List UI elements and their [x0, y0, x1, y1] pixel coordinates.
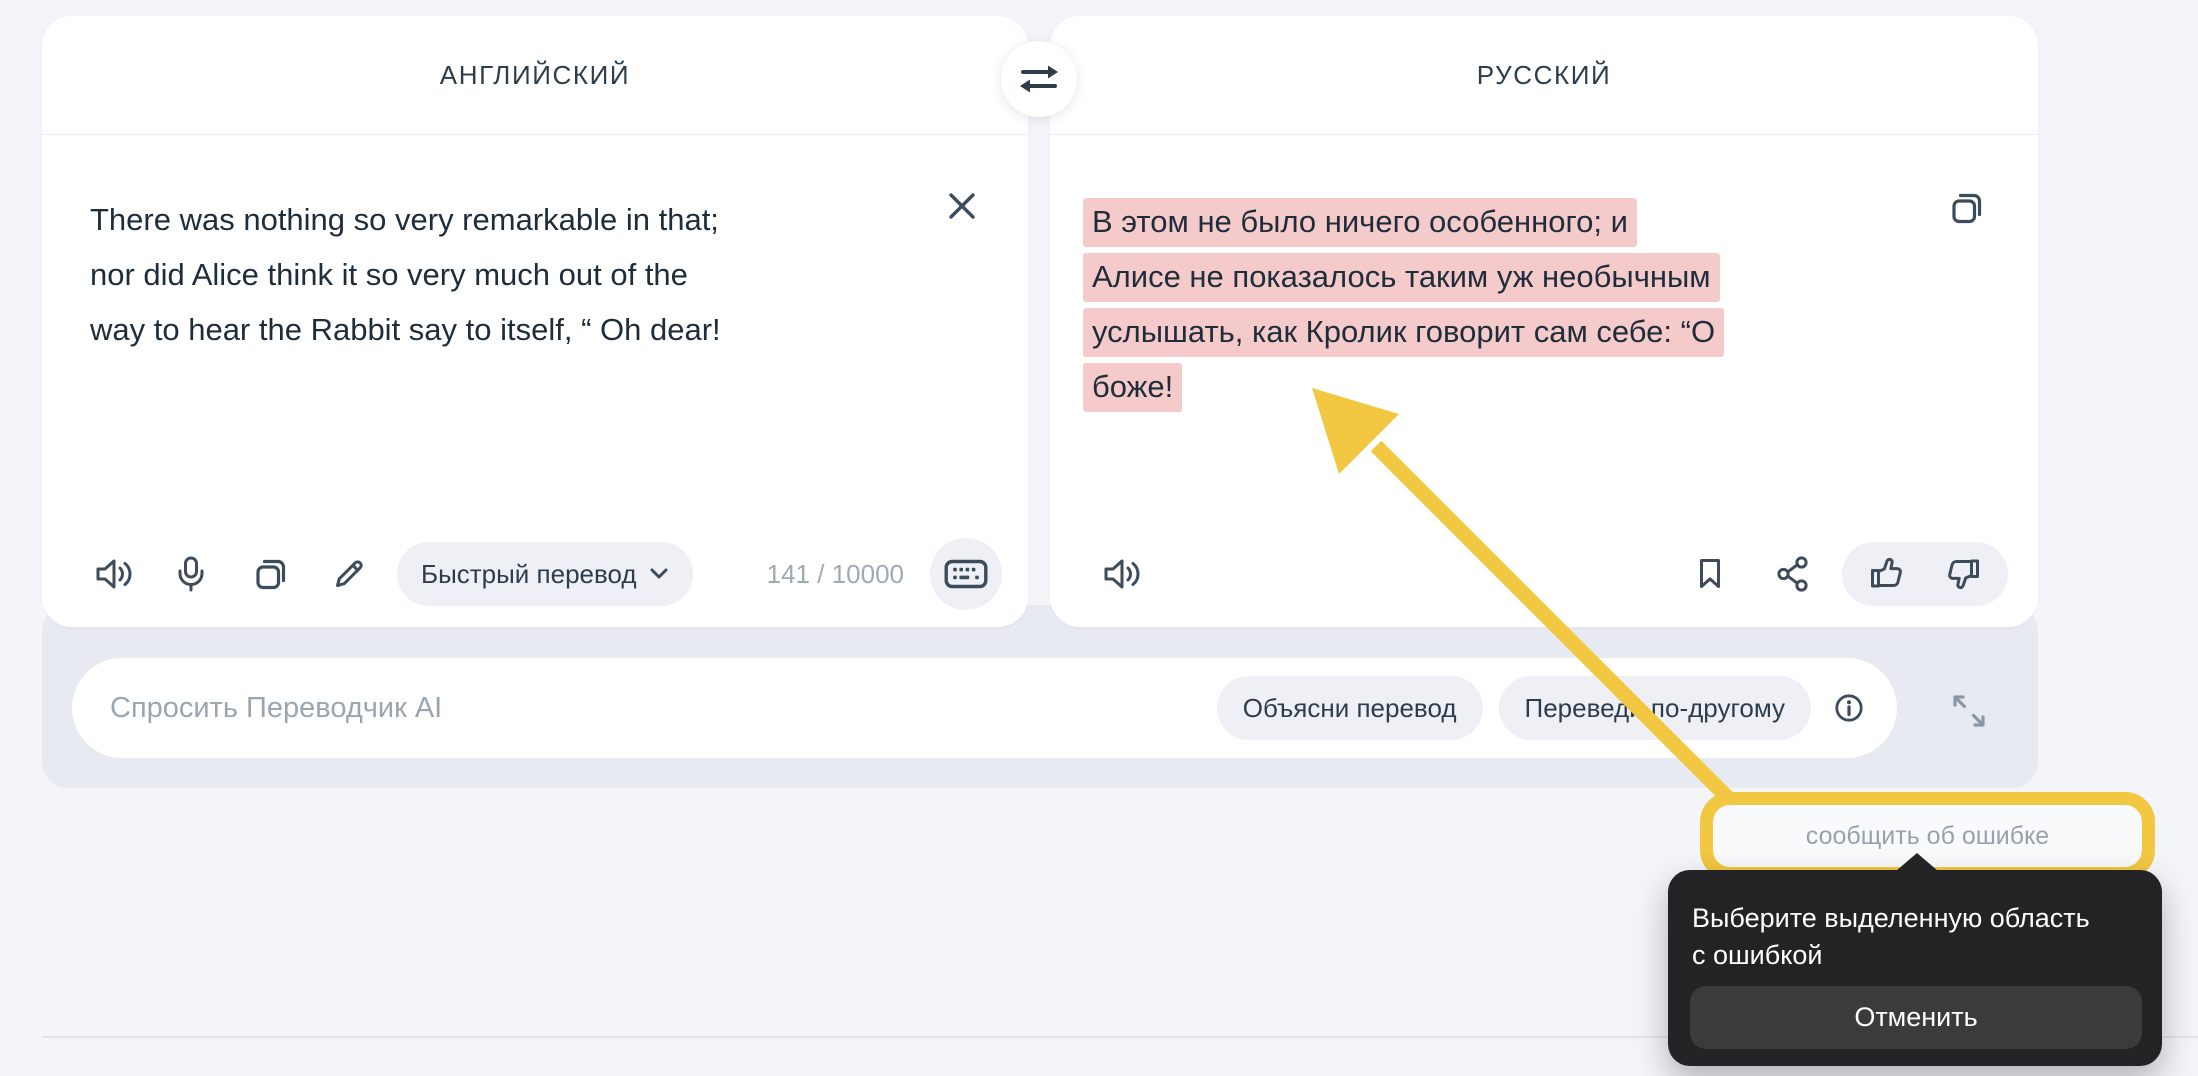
report-error-tooltip: Выберите выделенную область с ошибкой От… — [1668, 870, 2162, 1066]
source-language-label[interactable]: АНГЛИЙСКИЙ — [440, 60, 630, 91]
translation-text-area: В этом не было ничего особенного; и Алисе… — [1050, 150, 2038, 418]
keyboard-icon — [944, 557, 988, 591]
translation-mode-dropdown[interactable]: Быстрый перевод — [397, 542, 693, 606]
share-icon[interactable] — [1772, 552, 1816, 596]
copy-translation-button[interactable] — [1944, 186, 1988, 230]
source-text-line: nor did Alice think it so very much out … — [90, 251, 688, 300]
target-panel: РУССКИЙ В этом не было ничего особенного… — [1050, 16, 2038, 627]
target-panel-header: РУССКИЙ — [1050, 16, 2038, 135]
source-toolbar: Быстрый перевод 141 / 10000 — [90, 538, 1002, 610]
target-toolbar — [1098, 538, 2008, 610]
tooltip-message: Выберите выделенную область с ошибкой — [1692, 900, 2138, 974]
thumbs-down-icon[interactable] — [1942, 552, 1986, 596]
target-language-label[interactable]: РУССКИЙ — [1477, 60, 1612, 91]
char-counter: 141 / 10000 — [767, 559, 904, 590]
source-panel-header: АНГЛИЙСКИЙ — [42, 16, 1028, 135]
bookmark-icon[interactable] — [1688, 552, 1732, 596]
ask-ai-bar: Объясни перевод Переведи по-другому — [42, 605, 2038, 788]
expand-icon[interactable] — [1946, 688, 1992, 734]
chip-explain-translation[interactable]: Объясни перевод — [1217, 676, 1483, 740]
speaker-icon[interactable] — [1098, 552, 1142, 596]
microphone-icon[interactable] — [169, 552, 213, 596]
translator-page: Объясни перевод Переведи по-другому АНГЛ… — [0, 0, 2198, 1076]
source-text-area[interactable]: There was nothing so very remarkable in … — [42, 150, 1028, 361]
info-icon[interactable] — [1827, 686, 1871, 730]
cancel-button[interactable]: Отменить — [1690, 986, 2142, 1049]
source-panel: АНГЛИЙСКИЙ There was nothing so very rem… — [42, 16, 1028, 627]
clear-source-button[interactable] — [940, 184, 984, 228]
source-text-line: way to hear the Rabbit say to itself, “ … — [90, 306, 721, 355]
copy-source-icon[interactable] — [248, 552, 292, 596]
highlighted-translation-line[interactable]: услышать, как Кролик говорит сам себе: “… — [1083, 308, 1724, 357]
ask-ai-input[interactable] — [72, 691, 1201, 726]
chevron-down-icon — [649, 567, 669, 581]
thumbs-up-icon[interactable] — [1864, 552, 1908, 596]
source-text-line: There was nothing so very remarkable in … — [90, 196, 719, 245]
report-error-label: сообщить об ошибке — [1806, 822, 2049, 851]
ask-ai-input-wrap: Объясни перевод Переведи по-другому — [72, 658, 1897, 758]
copy-icon — [1946, 188, 1986, 228]
highlighted-translation-line[interactable]: боже! — [1083, 363, 1182, 412]
keyboard-button[interactable] — [930, 538, 1002, 610]
chip-translate-differently[interactable]: Переведи по-другому — [1499, 676, 1811, 740]
highlighted-translation-line[interactable]: В этом не было ничего особенного; и — [1083, 198, 1637, 247]
edit-pencil-icon[interactable] — [327, 552, 371, 596]
swap-languages-button[interactable] — [1001, 41, 1077, 117]
highlighted-translation-line[interactable]: Алисе не показалось таким уж необычным — [1083, 253, 1720, 302]
rate-translation-pill — [1842, 542, 2008, 606]
translation-mode-label: Быстрый перевод — [421, 559, 637, 590]
swap-arrows-icon — [1017, 61, 1061, 97]
speaker-icon[interactable] — [90, 552, 134, 596]
